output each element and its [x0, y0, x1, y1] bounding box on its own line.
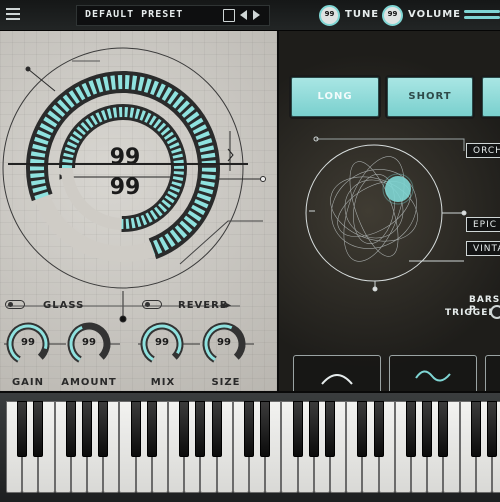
- black-key[interactable]: [406, 401, 416, 457]
- black-key[interactable]: [357, 401, 368, 457]
- black-key[interactable]: [98, 401, 109, 457]
- logo: [464, 10, 500, 22]
- amount-label: AMOUNT: [61, 377, 117, 388]
- keyboard: [0, 391, 500, 502]
- main-dial-value-bottom: 99: [109, 175, 141, 200]
- tune-label: TUNE: [345, 9, 380, 20]
- black-key[interactable]: [33, 401, 44, 457]
- black-key[interactable]: [373, 401, 384, 457]
- size-value: 99: [217, 337, 231, 348]
- previous-preset-icon[interactable]: [240, 10, 247, 20]
- black-key[interactable]: [82, 401, 92, 457]
- top-bar: DEFAULT PRESET 99 TUNE 99 VOLUME: [0, 0, 500, 31]
- reverb-toggle[interactable]: [142, 300, 162, 309]
- trigger-label: TRIGGER: [445, 308, 497, 318]
- black-key[interactable]: [65, 401, 76, 457]
- black-key[interactable]: [146, 401, 157, 457]
- gain-value: 99: [21, 337, 35, 348]
- black-key[interactable]: [130, 401, 141, 457]
- next-preset-icon[interactable]: [253, 10, 260, 20]
- mix-knob[interactable]: 99: [137, 319, 187, 369]
- tune-value: 99: [324, 10, 335, 18]
- amount-value: 99: [82, 337, 96, 348]
- black-key[interactable]: [325, 401, 335, 457]
- black-key[interactable]: [487, 401, 497, 457]
- glass-label: GLASS: [43, 300, 85, 311]
- black-key[interactable]: [422, 401, 433, 457]
- black-key[interactable]: [211, 401, 222, 457]
- size-knob[interactable]: 99: [199, 319, 249, 369]
- menu-icon[interactable]: [4, 5, 22, 23]
- piano-keys[interactable]: [6, 401, 500, 493]
- black-key[interactable]: [470, 401, 481, 457]
- black-key[interactable]: [244, 401, 254, 457]
- amount-knob[interactable]: 99: [64, 319, 114, 369]
- save-icon[interactable]: [223, 9, 235, 22]
- black-key[interactable]: [308, 401, 319, 457]
- tag-epic[interactable]: EPIC A: [466, 217, 500, 232]
- tag-orch[interactable]: ORCH: [466, 143, 500, 158]
- mix-label: MIX: [150, 377, 176, 388]
- reverb-arrows-icon[interactable]: ◂▸: [220, 300, 232, 311]
- size-label: SIZE: [211, 377, 241, 388]
- tune-knob[interactable]: 99: [319, 5, 340, 26]
- black-key[interactable]: [17, 401, 28, 457]
- volume-knob[interactable]: 99: [382, 5, 403, 26]
- articulation-visualizer: [305, 136, 467, 292]
- tag-vintage[interactable]: VINTA: [466, 241, 500, 256]
- right-panel: LONG SHORT ORCH EPIC A VINTA BARS P: [277, 31, 500, 397]
- left-panel: 99 99 GLASS REVERB ◂▸ 99 99 99 99 GAIN A…: [0, 31, 277, 391]
- gain-knob[interactable]: 99: [3, 319, 53, 369]
- mix-value: 99: [155, 337, 169, 348]
- gain-label: GAIN: [11, 377, 45, 388]
- preset-selector[interactable]: DEFAULT PRESET: [76, 5, 270, 26]
- volume-label: VOLUME: [408, 9, 461, 20]
- trigger-knob[interactable]: [490, 305, 500, 319]
- dial-divider: [8, 163, 248, 165]
- black-key[interactable]: [195, 401, 206, 457]
- black-key[interactable]: [292, 401, 303, 457]
- black-key[interactable]: [179, 401, 190, 457]
- main-dial-value-top: 99: [109, 145, 141, 170]
- volume-value: 99: [387, 10, 398, 18]
- preset-name: DEFAULT PRESET: [85, 9, 184, 20]
- glass-toggle[interactable]: [5, 300, 25, 309]
- black-key[interactable]: [438, 401, 449, 457]
- black-key[interactable]: [260, 401, 271, 457]
